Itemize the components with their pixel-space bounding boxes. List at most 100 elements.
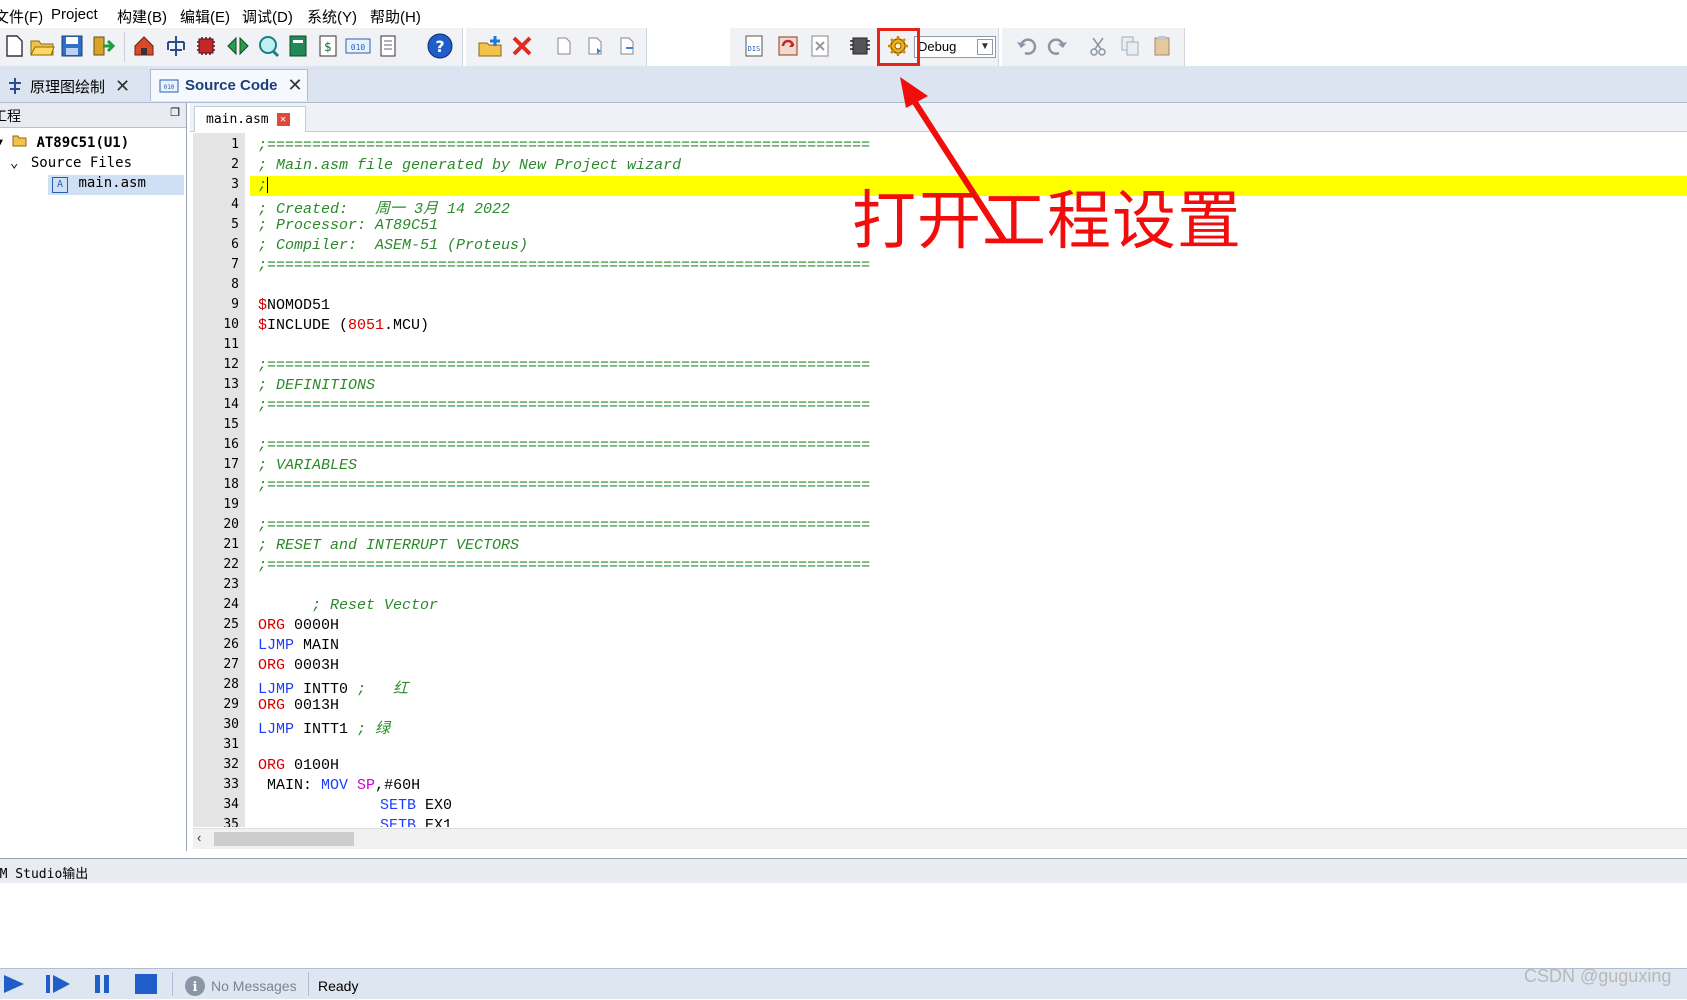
schematic-icon[interactable] xyxy=(162,32,190,60)
tab-schematic[interactable]: 原理图绘制 ✕ xyxy=(6,70,146,102)
scrollbar-thumb[interactable] xyxy=(214,832,354,846)
asm-file-icon: A xyxy=(52,177,68,193)
document-icon[interactable] xyxy=(374,32,402,60)
line-number: 28 xyxy=(223,677,239,692)
chip-icon[interactable] xyxy=(846,32,874,60)
undo-icon[interactable] xyxy=(1012,32,1040,60)
tree-folder[interactable]: ⌄ Source Files xyxy=(10,155,132,171)
code-line: ; Processor: AT89C51 xyxy=(258,217,439,234)
code-line: ;=======================================… xyxy=(258,137,871,154)
step-icon[interactable] xyxy=(44,973,70,995)
add-source-icon[interactable] xyxy=(476,32,504,60)
line-number: 26 xyxy=(223,637,239,652)
rebuild-icon[interactable] xyxy=(774,32,802,60)
line-number: 35 xyxy=(223,817,239,827)
menu-project[interactable]: Project xyxy=(51,6,98,23)
menu-edit[interactable]: 编辑(E) xyxy=(180,6,230,27)
line-number: 24 xyxy=(223,597,239,612)
menu-file[interactable]: 文件(F) xyxy=(0,6,43,27)
line-number: 7 xyxy=(231,257,239,272)
3d-viewer-icon[interactable] xyxy=(224,32,252,60)
page-right-icon[interactable] xyxy=(614,32,642,60)
code-line: ; Created: 周一 3月 14 2022 xyxy=(258,201,511,218)
open-folder-icon[interactable] xyxy=(28,32,56,60)
save-icon[interactable] xyxy=(58,32,86,60)
code-line: SETB EX1 xyxy=(380,817,453,827)
source-code-icon[interactable]: 010 xyxy=(344,32,372,60)
line-number: 4 xyxy=(231,197,239,212)
code-line: ; RESET and INTERRUPT VECTORS xyxy=(258,537,520,554)
code-line: LJMP INTT0 ; 红 xyxy=(258,681,409,698)
home-icon[interactable] xyxy=(130,32,158,60)
code-line: ;=======================================… xyxy=(258,557,871,574)
svg-text:010: 010 xyxy=(351,43,366,52)
paste-icon[interactable] xyxy=(1148,32,1176,60)
close-icon[interactable]: ✕ xyxy=(115,76,130,97)
blank-page-icon[interactable] xyxy=(550,32,578,60)
editor-tab-main-asm[interactable]: main.asm ✕ xyxy=(194,106,306,132)
code-line: LJMP MAIN xyxy=(258,637,340,654)
code-line: ; VARIABLES xyxy=(258,457,358,474)
gerber-viewer-icon[interactable] xyxy=(254,32,282,60)
code-line: SETB EX0 xyxy=(380,797,453,814)
config-select-value: Debug xyxy=(918,39,957,54)
design-explorer-icon[interactable] xyxy=(284,32,312,60)
status-bar: i No Messages Ready xyxy=(0,968,1687,999)
page-down-icon[interactable] xyxy=(582,32,610,60)
line-number: 20 xyxy=(223,517,239,532)
editor-tab-label: main.asm xyxy=(206,112,269,127)
disassembly-icon[interactable]: DIS xyxy=(740,32,768,60)
code-line: ;=======================================… xyxy=(258,397,871,414)
pause-icon[interactable] xyxy=(92,973,118,995)
redo-icon[interactable] xyxy=(1044,32,1072,60)
code-line: $NOMOD51 xyxy=(258,297,331,314)
line-numbers: 1 2 3 4 5 6 7 8 9 10 11 12 13 14 15 16 17 18 19 20 21 22 23 24 2… xyxy=(193,133,245,827)
stop-icon[interactable] xyxy=(134,973,160,995)
status-state: Ready xyxy=(318,978,359,994)
code-line: ; DEFINITIONS xyxy=(258,377,376,394)
scroll-left-icon[interactable]: ‹ xyxy=(197,830,201,845)
code-line: ;=======================================… xyxy=(258,437,871,454)
chevron-down-icon[interactable]: ▼ xyxy=(977,39,993,55)
output-panel-title: ASM Studio输出 xyxy=(0,867,89,882)
code-line: MAIN: MOV SP,#60H xyxy=(258,777,421,794)
svg-text:010: 010 xyxy=(164,84,175,91)
export-icon[interactable] xyxy=(90,32,118,60)
config-select[interactable]: Debug ▼ xyxy=(914,36,996,58)
code-line: ; Reset Vector xyxy=(258,597,439,614)
menu-build[interactable]: 构建(B) xyxy=(117,6,167,27)
clean-icon[interactable] xyxy=(806,32,834,60)
cut-icon[interactable] xyxy=(1084,32,1112,60)
tree-root[interactable]: AT89C51(U1) xyxy=(12,133,129,151)
line-number: 33 xyxy=(223,777,239,792)
status-messages[interactable]: No Messages xyxy=(211,978,297,994)
close-icon[interactable]: ✕ xyxy=(276,113,290,126)
remove-source-icon[interactable] xyxy=(508,32,536,60)
code-line: $INCLUDE (8051.MCU) xyxy=(258,317,430,334)
document-tab-bar: 原理图绘制 ✕ 010 Source Code ✕ xyxy=(0,66,1687,103)
line-number: 29 xyxy=(223,697,239,712)
menu-system[interactable]: 系统(Y) xyxy=(307,6,357,27)
close-icon[interactable]: ✕ xyxy=(288,75,303,96)
menu-debug[interactable]: 调试(D) xyxy=(242,6,293,27)
line-number: 13 xyxy=(223,377,239,392)
line-number: 32 xyxy=(223,757,239,772)
line-number: 22 xyxy=(223,557,239,572)
pcb-layout-icon[interactable] xyxy=(192,32,220,60)
code-line: ;=======================================… xyxy=(258,477,871,494)
restore-icon[interactable]: ❐ xyxy=(170,106,180,119)
play-icon[interactable] xyxy=(2,973,28,995)
new-file-icon[interactable] xyxy=(0,32,28,60)
line-number: 15 xyxy=(223,417,239,432)
code-line: ORG 0100H xyxy=(258,757,340,774)
tree-file[interactable]: A main.asm xyxy=(48,175,184,195)
horizontal-scrollbar[interactable]: ‹ xyxy=(193,828,1687,849)
copy-icon[interactable] xyxy=(1116,32,1144,60)
menu-help[interactable]: 帮助(H) xyxy=(370,6,421,27)
help-icon[interactable]: ? xyxy=(426,32,454,60)
bill-of-materials-icon[interactable]: $ xyxy=(314,32,342,60)
code-line: ;=======================================… xyxy=(258,357,871,374)
tab-source-code[interactable]: 010 Source Code ✕ xyxy=(150,69,308,101)
output-panel-header: ASM Studio输出 xyxy=(0,858,1687,884)
tree-expand-toggle[interactable]: ▾ xyxy=(0,134,4,150)
